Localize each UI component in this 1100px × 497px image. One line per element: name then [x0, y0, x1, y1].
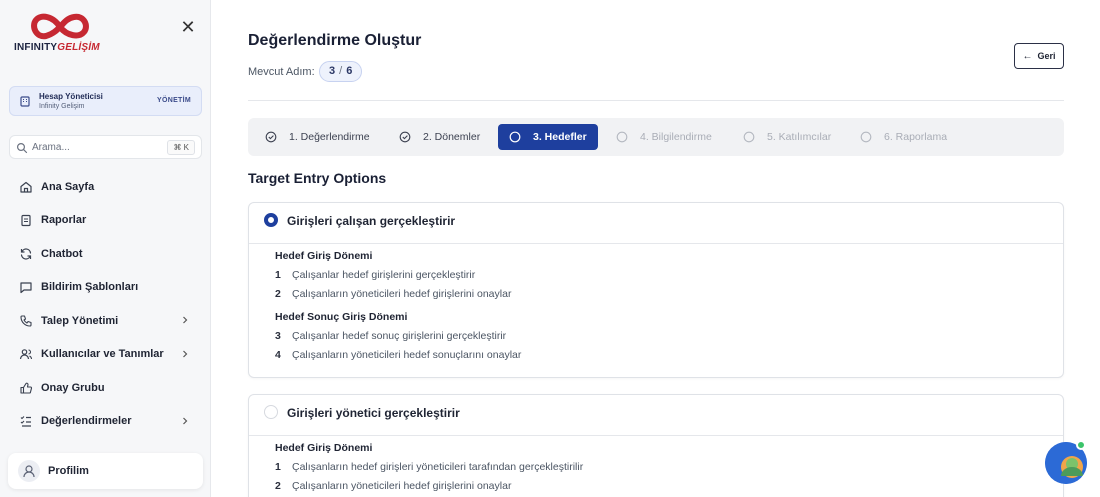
radio-unselected[interactable] — [264, 405, 278, 419]
sidebar-item-label: Onay Grubu — [41, 381, 105, 394]
circle-icon — [860, 131, 872, 143]
back-button[interactable]: ← Geri — [1014, 43, 1064, 69]
circle-icon — [743, 131, 755, 143]
page-title: Değerlendirme Oluştur — [248, 32, 422, 49]
check-circle-icon — [399, 131, 411, 143]
option-header[interactable]: Girişleri yönetici gerçekleştirir — [249, 395, 1063, 436]
search-shortcut: ⌘ K — [167, 140, 195, 155]
account-role-badge: YÖNETİM — [157, 97, 191, 104]
sidebar-nav: Ana Sayfa Raporlar Chatbot Bildirim Şabl… — [9, 170, 202, 438]
list-item: 2 Çalışanların yöneticileri hedef girişle… — [275, 288, 512, 300]
chevron-right-icon — [183, 350, 188, 357]
section-title: Target Entry Options — [248, 170, 387, 186]
search-placeholder: Arama... — [32, 142, 70, 153]
step-label: 4. Bilgilendirme — [640, 131, 712, 143]
step-label: 2. Dönemler — [423, 131, 481, 143]
sidebar-item-chatbot[interactable]: Chatbot — [9, 237, 202, 271]
sidebar-item-label: Kullanıcılar ve Tanımlar — [41, 348, 164, 361]
infinity-logo-icon — [31, 13, 89, 40]
check-circle-icon — [265, 131, 277, 143]
circle-icon — [509, 131, 521, 143]
list-item: 1 Çalışanların hedef girişleri yöneticile… — [275, 461, 584, 473]
step-donemler[interactable]: 2. Dönemler — [388, 124, 491, 150]
main-content: Değerlendirme Oluştur Mevcut Adım: 3/6 ←… — [211, 0, 1100, 497]
sidebar-item-label: Ana Sayfa — [41, 180, 95, 193]
step-label: 6. Raporlama — [884, 131, 948, 143]
clipboard-icon — [21, 215, 31, 227]
step-label: 1. Değerlendirme — [289, 131, 370, 143]
option-card-manager: Girişleri yönetici gerçekleştirir Hedef … — [248, 394, 1064, 497]
logo-text: INFINITYGELİŞİM — [14, 42, 100, 53]
sidebar-item-talep-yonetimi[interactable]: Talep Yönetimi — [9, 304, 202, 338]
phone-icon — [20, 315, 32, 327]
profile-label: Profilim — [48, 465, 89, 477]
sidebar-item-label: Bildirim Şablonları — [41, 281, 139, 294]
radio-selected[interactable] — [264, 213, 278, 227]
list-item: 1 Çalışanlar hedef girişlerini gerçekleşt… — [275, 269, 476, 281]
sidebar-item-bildirim-sablonlari[interactable]: Bildirim Şablonları — [9, 271, 202, 305]
users-icon — [19, 349, 33, 360]
option-title: Girişleri çalışan gerçekleştirir — [287, 214, 456, 228]
step-bilgilendirme[interactable]: 4. Bilgilendirme — [605, 124, 723, 150]
group-title: Hedef Giriş Dönemi — [275, 442, 373, 454]
option-header[interactable]: Girişleri çalışan gerçekleştirir — [249, 203, 1063, 244]
profile-button[interactable]: Profilim — [8, 453, 203, 489]
sidebar-item-ana-sayfa[interactable]: Ana Sayfa — [9, 170, 202, 204]
list-item: 4 Çalışanların yöneticileri hedef sonuçla… — [275, 349, 522, 361]
sidebar-item-onay-grubu[interactable]: Onay Grubu — [9, 371, 202, 405]
step-label: 3. Hedefler — [533, 131, 587, 143]
arrow-left-icon: ← — [1022, 50, 1033, 62]
online-status-dot — [1076, 440, 1086, 450]
current-step-label: Mevcut Adım: — [248, 66, 315, 78]
step-raporlama[interactable]: 6. Raporlama — [849, 124, 958, 150]
sidebar-item-label: Chatbot — [41, 247, 83, 260]
account-org: Infinity Gelişim — [39, 103, 85, 110]
divider — [248, 100, 1064, 101]
sidebar-item-label: Talep Yönetimi — [41, 314, 119, 327]
wizard-stepper: 1. Değerlendirme 2. Dönemler 3. Hedefler… — [248, 118, 1064, 156]
refresh-icon — [20, 248, 32, 260]
thumbs-up-icon — [20, 382, 33, 394]
list-item: 3 Çalışanlar hedef sonuç girişlerini gerç… — [275, 330, 507, 342]
list-item: 2 Çalışanların yöneticileri hedef girişle… — [275, 480, 512, 492]
user-icon — [23, 465, 35, 478]
chevron-right-icon — [183, 316, 188, 324]
step-katilimcilar[interactable]: 5. Katılımcılar — [732, 124, 842, 150]
home-icon — [20, 181, 32, 193]
sidebar-item-degerlendirmeler[interactable]: Değerlendirmeler — [9, 405, 202, 439]
group-title: Hedef Giriş Dönemi — [275, 250, 373, 262]
search-icon — [16, 142, 28, 154]
step-label: 5. Katılımcılar — [767, 131, 832, 143]
close-sidebar-icon[interactable]: ✕ — [179, 18, 197, 36]
sidebar: INFINITYGELİŞİM ✕ Hesap Yöneticisi Infin… — [0, 0, 211, 497]
step-degerlendirme[interactable]: 1. Değerlendirme — [254, 124, 381, 150]
account-name: Hesap Yöneticisi — [39, 92, 103, 101]
circle-icon — [616, 131, 628, 143]
avatar — [18, 460, 40, 482]
sidebar-item-label: Raporlar — [41, 214, 87, 227]
chevron-right-icon — [183, 417, 188, 424]
list-check-icon — [20, 416, 31, 427]
message-icon — [20, 282, 32, 294]
group-title: Hedef Sonuç Giriş Dönemi — [275, 311, 408, 323]
option-card-employee: Girişleri çalışan gerçekleştirir Hedef G… — [248, 202, 1064, 378]
building-icon — [20, 96, 30, 107]
step-hedefler[interactable]: 3. Hedefler — [498, 124, 598, 150]
logo[interactable]: INFINITYGELİŞİM — [14, 12, 106, 58]
option-title: Girişleri yönetici gerçekleştirir — [287, 406, 460, 420]
sidebar-item-label: Değerlendirmeler — [41, 415, 132, 428]
sidebar-item-raporlar[interactable]: Raporlar — [9, 204, 202, 238]
account-card[interactable]: Hesap Yöneticisi Infinity Gelişim YÖNETİ… — [9, 86, 202, 116]
step-counter-badge: 3/6 — [319, 61, 363, 82]
sidebar-item-kullanicilar[interactable]: Kullanıcılar ve Tanımlar — [9, 338, 202, 372]
search-input[interactable]: Arama... ⌘ K — [9, 135, 202, 159]
